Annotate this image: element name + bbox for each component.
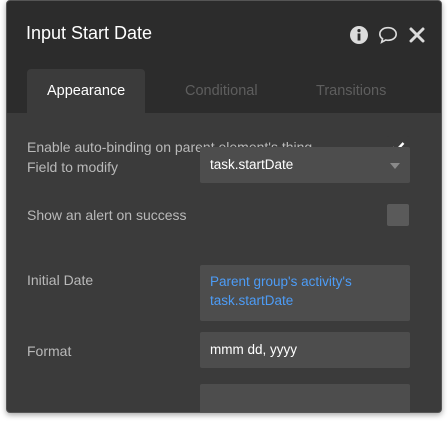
chevron-down-icon — [390, 163, 400, 169]
alert-on-success-label: Show an alert on success — [27, 207, 187, 223]
property-editor-panel: Input Start Date Appearance Conditional … — [6, 0, 442, 413]
tab-bar: Appearance Conditional Transitions — [7, 69, 441, 113]
field-to-modify-row: Field to modify task.startDate — [7, 147, 441, 183]
initial-date-expression-line2: task.startDate — [210, 293, 294, 308]
field-to-modify-dropdown[interactable]: task.startDate — [200, 147, 410, 183]
panel-title: Input Start Date — [26, 23, 153, 43]
format-label: Format — [27, 343, 72, 359]
tab-conditional[interactable]: Conditional — [185, 69, 258, 113]
info-icon[interactable] — [349, 25, 369, 45]
field-to-modify-label: Field to modify — [27, 159, 119, 175]
initial-date-expression-line1: Parent group's activity's — [210, 274, 352, 289]
panel-header: Input Start Date — [7, 1, 441, 69]
comment-icon[interactable] — [378, 25, 398, 45]
close-icon[interactable] — [407, 25, 427, 45]
format-row: Format mmm dd, yyyy — [7, 332, 441, 368]
format-input[interactable]: mmm dd, yyyy — [200, 332, 410, 368]
initial-date-input[interactable]: Parent group's activity's task.startDate — [200, 265, 410, 321]
next-field-partial[interactable] — [200, 384, 410, 412]
format-value: mmm dd, yyyy — [210, 342, 298, 357]
tab-appearance[interactable]: Appearance — [27, 69, 146, 113]
field-to-modify-value: task.startDate — [210, 157, 294, 172]
tab-transitions[interactable]: Transitions — [316, 69, 386, 113]
alert-on-success-checkbox[interactable] — [387, 204, 409, 226]
initial-date-row: Initial Date Parent group's activity's t… — [7, 265, 441, 321]
alert-on-success-row: Show an alert on success — [7, 202, 441, 232]
header-icons — [349, 25, 427, 45]
initial-date-label: Initial Date — [27, 272, 94, 288]
